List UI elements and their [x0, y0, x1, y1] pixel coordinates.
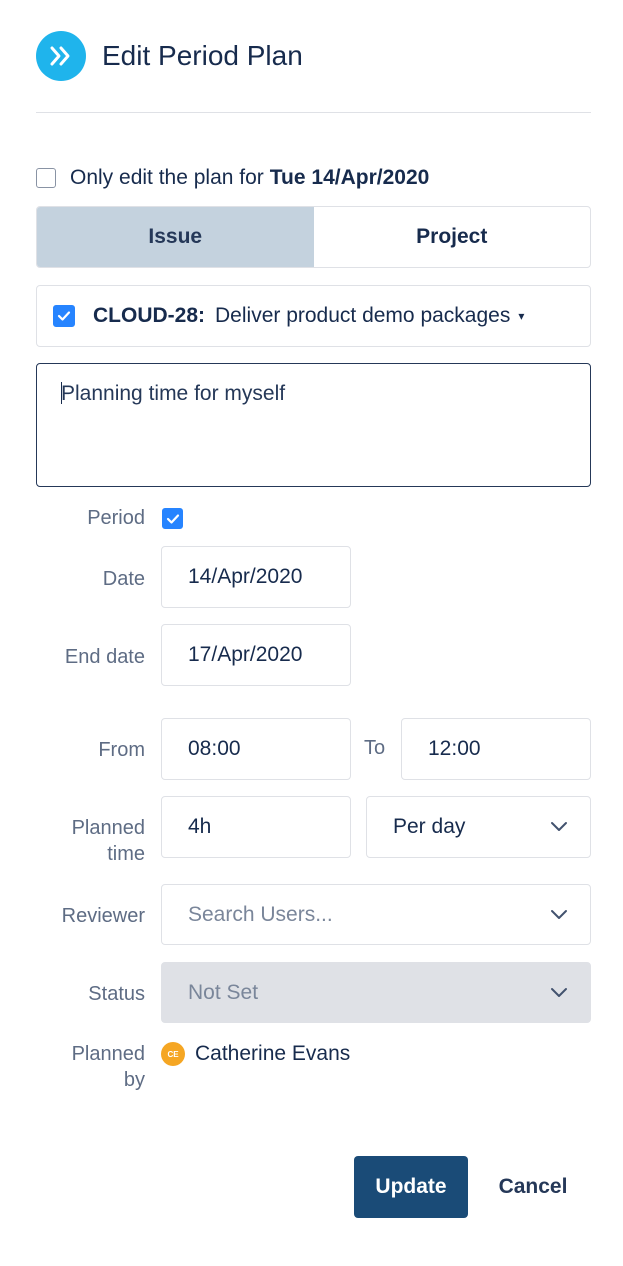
planned-by-label-line2: by — [123, 1069, 145, 1091]
planned-time-label: Planned time — [72, 815, 145, 867]
planned-time-label-line2: time — [107, 843, 145, 865]
date-label: Date — [102, 568, 145, 590]
tab-issue[interactable]: Issue — [37, 207, 314, 267]
to-time-input[interactable]: 12:00 — [401, 718, 591, 780]
chevron-down-icon — [551, 987, 567, 997]
update-button[interactable]: Update — [354, 1156, 468, 1218]
date-input[interactable]: 14/Apr/2020 — [161, 546, 351, 608]
only-edit-date: Tue 14/Apr/2020 — [269, 166, 430, 189]
only-edit-label: Only edit the plan for — [70, 166, 264, 189]
from-time-input[interactable]: 08:00 — [161, 718, 351, 780]
planned-time-unit-select[interactable]: Per day — [366, 796, 591, 858]
only-edit-row: Only edit the plan for Tue 14/Apr/2020 — [36, 166, 429, 190]
issue-key: CLOUD-28: — [93, 304, 206, 327]
planned-time-unit-value: Per day — [393, 815, 466, 838]
issue-selector[interactable]: CLOUD-28: Deliver product demo packages … — [36, 285, 591, 347]
end-date-input[interactable]: 17/Apr/2020 — [161, 624, 351, 686]
issue-summary: Deliver product demo packages — [215, 304, 511, 327]
to-label: To — [364, 737, 386, 759]
description-text: Planning time for myself — [61, 382, 286, 405]
checkmark-icon — [166, 513, 179, 524]
double-chevron-right-icon — [36, 31, 86, 81]
planned-by-label: Planned by — [72, 1041, 145, 1093]
avatar: CE — [161, 1042, 185, 1066]
caret-down-icon[interactable]: ▾ — [518, 309, 524, 323]
planned-by-name: Catherine Evans — [195, 1042, 351, 1065]
reviewer-label: Reviewer — [61, 905, 145, 927]
plan-type-tabs: Issue Project — [36, 206, 591, 268]
only-edit-checkbox[interactable] — [36, 168, 56, 188]
planned-by-label-line1: Planned — [71, 1043, 145, 1065]
reviewer-select[interactable]: Search Users... — [161, 884, 591, 945]
dialog-title: Edit Period Plan — [102, 40, 303, 71]
status-select[interactable]: Not Set — [161, 962, 591, 1023]
edit-period-plan-dialog: Edit Period Plan Only edit the plan for … — [0, 0, 623, 1266]
end-date-label: End date — [64, 646, 145, 668]
checkmark-icon — [57, 311, 71, 321]
chevron-down-icon — [551, 909, 567, 919]
description-textarea[interactable]: Planning time for myself — [36, 363, 591, 487]
status-label: Status — [88, 983, 145, 1005]
planned-by-user: CE Catherine Evans — [161, 1042, 350, 1066]
cancel-button[interactable]: Cancel — [480, 1156, 586, 1218]
header-divider — [36, 112, 591, 113]
issue-checkbox[interactable] — [53, 305, 75, 327]
status-value: Not Set — [188, 980, 259, 1004]
tab-project[interactable]: Project — [314, 207, 591, 267]
dialog-header: Edit Period Plan — [36, 30, 303, 82]
reviewer-placeholder: Search Users... — [188, 902, 333, 926]
chevron-down-icon — [551, 822, 567, 831]
planned-time-input[interactable]: 4h — [161, 796, 351, 858]
planned-time-label-line1: Planned — [71, 817, 145, 839]
period-label: Period — [87, 507, 145, 529]
period-checkbox[interactable] — [162, 508, 183, 529]
from-label: From — [98, 739, 145, 761]
